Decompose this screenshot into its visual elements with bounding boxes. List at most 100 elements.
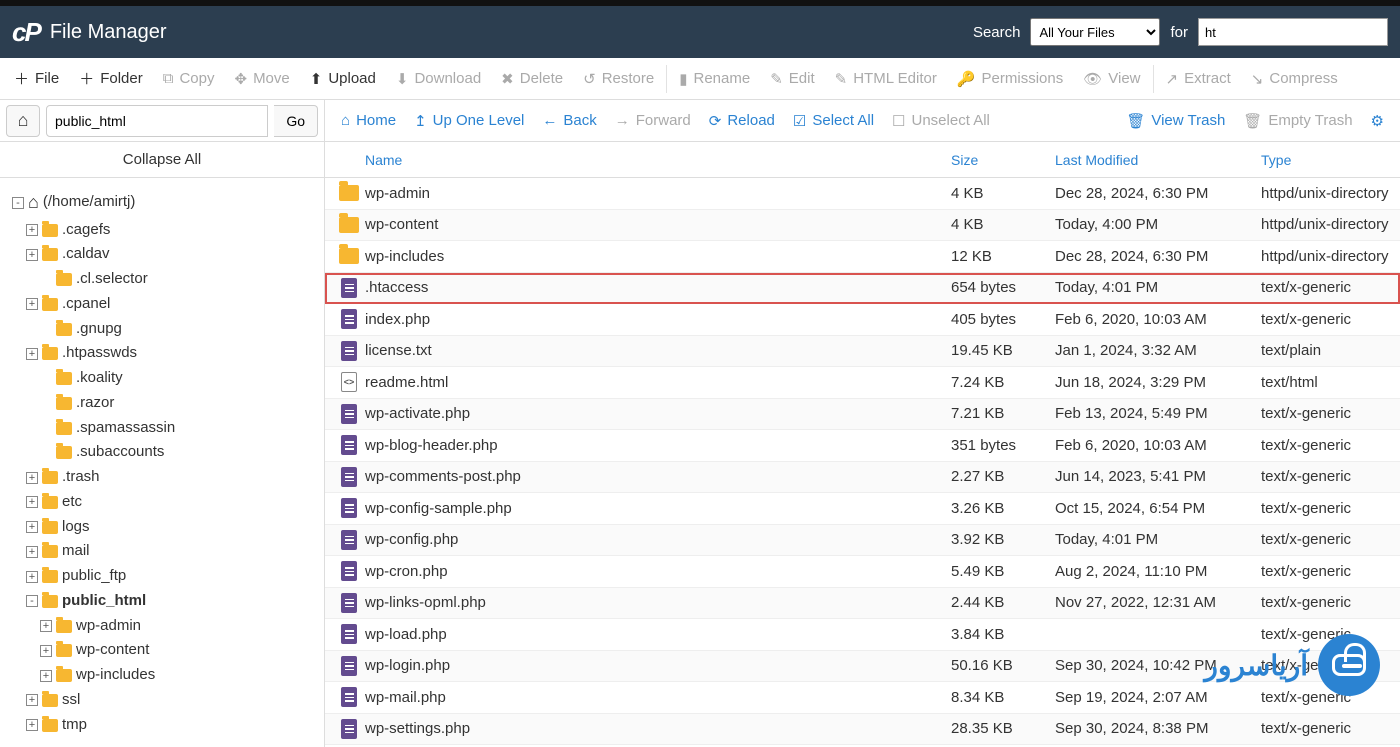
file-row[interactable]: wp-config.php3.92 KBToday, 4:01 PMtext/x… (325, 525, 1400, 557)
tree-item[interactable]: +.cpanel (26, 292, 318, 317)
tree-item[interactable]: +.caldav (26, 242, 318, 267)
file-row[interactable]: index.php405 bytesFeb 6, 2020, 10:03 AMt… (325, 304, 1400, 336)
toolbar-file-button[interactable]: ＋File (4, 60, 69, 97)
tree-toggle[interactable]: + (26, 571, 38, 583)
file-name: wp-comments-post.php (365, 468, 951, 485)
copy-icon: ⧉ (163, 70, 174, 87)
tree-label: etc (62, 490, 82, 515)
toolbar-permissions-button[interactable]: 🔑Permissions (947, 62, 1073, 96)
tree-toggle[interactable]: + (26, 694, 38, 706)
go-button[interactable]: Go (274, 105, 318, 137)
path-input[interactable] (46, 105, 268, 137)
tree-item[interactable]: +.htpasswds (26, 341, 318, 366)
file-row[interactable]: wp-settings.php28.35 KBSep 30, 2024, 8:3… (325, 714, 1400, 746)
tree-item[interactable]: .cl.selector (40, 267, 318, 292)
file-type: text/x-generic (1261, 279, 1400, 296)
tree-toggle[interactable]: - (26, 595, 38, 607)
search-scope-select[interactable]: All Your Files (1030, 18, 1160, 46)
tree-item[interactable]: +wp-includes (40, 663, 318, 688)
tree-toggle[interactable]: - (12, 197, 24, 209)
tree-item[interactable]: .spamassassin (40, 416, 318, 441)
file-row[interactable]: wp-content4 KBToday, 4:00 PMhttpd/unix-d… (325, 210, 1400, 242)
tree-item[interactable]: +logs (26, 515, 318, 540)
tree-item[interactable]: +.trash (26, 465, 318, 490)
tree-toggle[interactable]: + (26, 521, 38, 533)
tree-toggle[interactable]: + (26, 249, 38, 261)
tree-toggle[interactable]: + (26, 224, 38, 236)
tree-item[interactable]: +public_ftp (26, 564, 318, 589)
nav-view-trash[interactable]: 🗑View Trash (1126, 112, 1225, 130)
tree-item[interactable]: .koality (40, 366, 318, 391)
toolbar-htmleditor-button[interactable]: ✎HTML Editor (825, 62, 947, 96)
file-row[interactable]: .htaccess654 bytesToday, 4:01 PMtext/x-g… (325, 273, 1400, 305)
tree-item[interactable]: +ssl (26, 688, 318, 713)
toolbar-upload-button[interactable]: ⬆Upload (300, 62, 386, 96)
tree-toggle[interactable]: + (26, 496, 38, 508)
tree-item[interactable]: -public_html (26, 589, 318, 614)
toolbar-move-button[interactable]: ✥Move (224, 62, 299, 96)
file-row[interactable]: wp-mail.php8.34 KBSep 19, 2024, 2:07 AMt… (325, 682, 1400, 714)
toolbar-compress-button[interactable]: ↘Compress (1241, 62, 1348, 96)
tree-toggle[interactable]: + (26, 472, 38, 484)
toolbar-view-button[interactable]: 👁View (1073, 62, 1150, 96)
toolbar-download-button[interactable]: ⬇Download (386, 62, 491, 96)
file-row[interactable]: wp-blog-header.php351 bytesFeb 6, 2020, … (325, 430, 1400, 462)
tree-label: .cl.selector (76, 267, 148, 292)
nav-home[interactable]: ⌂Home (341, 112, 396, 129)
settings-button[interactable] (1371, 112, 1384, 130)
file-row[interactable]: wp-login.php50.16 KBSep 30, 2024, 10:42 … (325, 651, 1400, 683)
nav-reload[interactable]: ⟳Reload (709, 112, 775, 130)
nav-unselect-all[interactable]: ☐Unselect All (892, 112, 990, 130)
toolbar-rename-button[interactable]: ▮Rename (669, 62, 760, 96)
tree-toggle[interactable]: + (40, 645, 52, 657)
search-input[interactable] (1198, 18, 1388, 46)
toolbar-folder-button[interactable]: ＋Folder (69, 60, 153, 97)
tree-item[interactable]: .razor (40, 391, 318, 416)
file-row[interactable]: wp-cron.php5.49 KBAug 2, 2024, 11:10 PMt… (325, 556, 1400, 588)
tree-toggle[interactable]: + (40, 670, 52, 682)
toolbar-extract-button[interactable]: ↗Extract (1156, 62, 1241, 96)
tree-item[interactable]: +mail (26, 539, 318, 564)
file-row[interactable]: wp-links-opml.php2.44 KBNov 27, 2022, 12… (325, 588, 1400, 620)
collapse-all-button[interactable]: Collapse All (0, 142, 324, 178)
toolbar-delete-button[interactable]: ✖Delete (491, 62, 573, 96)
file-row[interactable]: license.txt19.45 KBJan 1, 2024, 3:32 AMt… (325, 336, 1400, 368)
tree-item[interactable]: +tmp (26, 713, 318, 738)
toolbar-label: Compress (1269, 70, 1337, 87)
column-size[interactable]: Size (951, 152, 1055, 168)
file-row[interactable]: <>readme.html7.24 KBJun 18, 2024, 3:29 P… (325, 367, 1400, 399)
tree-item[interactable]: +wp-admin (40, 614, 318, 639)
toolbar-restore-button[interactable]: ↺Restore (573, 62, 664, 96)
nav-up[interactable]: ↥Up One Level (414, 112, 524, 130)
tree-item[interactable]: .gnupg (40, 317, 318, 342)
file-row[interactable]: wp-load.php3.84 KBtext/x-generic (325, 619, 1400, 651)
file-row[interactable]: wp-includes12 KBDec 28, 2024, 6:30 PMhtt… (325, 241, 1400, 273)
tree-toggle[interactable]: + (26, 298, 38, 310)
toolbar-edit-button[interactable]: ✎Edit (760, 62, 824, 96)
nav-empty-trash[interactable]: 🗑Empty Trash (1243, 112, 1352, 130)
tree-toggle[interactable]: + (26, 719, 38, 731)
nav-select-all[interactable]: ☑Select All (793, 112, 874, 130)
tree-label: (/home/amirtj) (43, 190, 136, 215)
nav-forward[interactable]: →Forward (615, 112, 691, 129)
toolbar-copy-button[interactable]: ⧉Copy (153, 62, 225, 95)
column-modified[interactable]: Last Modified (1055, 152, 1261, 168)
tree-item[interactable]: .subaccounts (40, 440, 318, 465)
column-type[interactable]: Type (1261, 152, 1400, 168)
file-row[interactable]: wp-config-sample.php3.26 KBOct 15, 2024,… (325, 493, 1400, 525)
file-row[interactable]: wp-activate.php7.21 KBFeb 13, 2024, 5:49… (325, 399, 1400, 431)
column-name[interactable]: Name (365, 152, 951, 168)
tree-item[interactable]: - (/home/amirtj) (12, 188, 318, 218)
home-button[interactable] (6, 105, 40, 137)
check-icon: ☑ (793, 112, 806, 130)
tree-toggle[interactable]: + (26, 546, 38, 558)
tree-toggle[interactable]: + (40, 620, 52, 632)
tree-item[interactable]: +.cagefs (26, 218, 318, 243)
file-row[interactable]: wp-comments-post.php2.27 KBJun 14, 2023,… (325, 462, 1400, 494)
file-size: 405 bytes (951, 311, 1055, 328)
tree-toggle[interactable]: + (26, 348, 38, 360)
tree-item[interactable]: + etc (26, 490, 318, 515)
tree-item[interactable]: +wp-content (40, 638, 318, 663)
nav-back[interactable]: ←Back (542, 112, 596, 129)
file-row[interactable]: wp-admin4 KBDec 28, 2024, 6:30 PMhttpd/u… (325, 178, 1400, 210)
